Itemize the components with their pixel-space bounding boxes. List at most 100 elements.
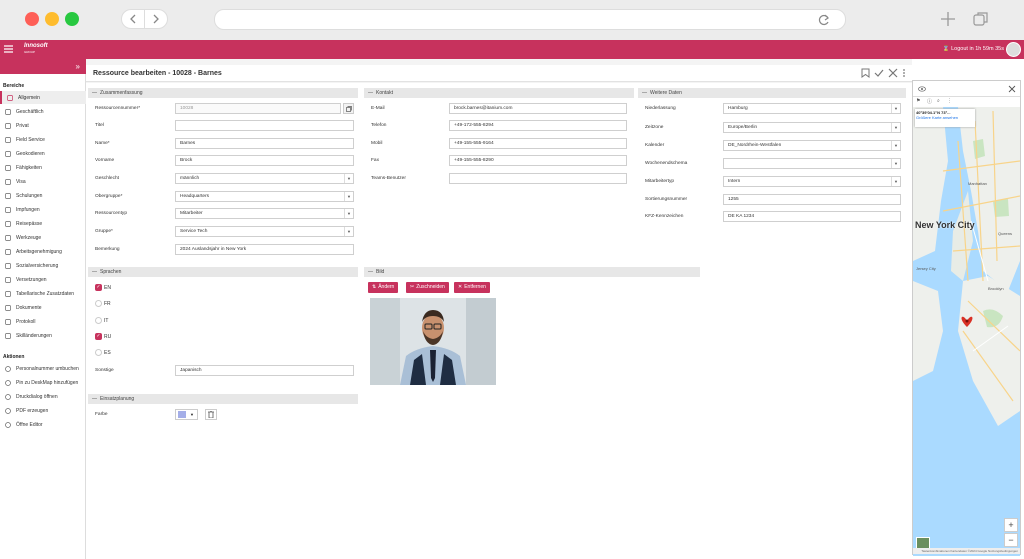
zoom-out-button[interactable]: − bbox=[1004, 533, 1018, 547]
close-icon[interactable] bbox=[888, 68, 898, 78]
input-mobil[interactable]: +49-155-555-9164 bbox=[449, 138, 627, 149]
tools-icon bbox=[4, 136, 11, 143]
person-icon bbox=[6, 94, 13, 101]
field-label: Niederlassung bbox=[645, 106, 676, 111]
input-e-mail[interactable]: brock.barnes@itanium.com bbox=[449, 103, 627, 114]
sidebar-item-arbeitsgenehmigung[interactable]: Arbeitsgenehmigung bbox=[0, 245, 86, 258]
sidebar-item-dokumente[interactable]: Dokumente bbox=[0, 301, 86, 314]
input-teams-benutzer[interactable] bbox=[449, 173, 627, 184]
sidebar-item-werkzeuge[interactable]: Werkzeuge bbox=[0, 231, 86, 244]
select-obergruppe[interactable]: Headquarters ▼ bbox=[175, 191, 354, 202]
url-bar[interactable] bbox=[214, 9, 846, 30]
sidebar-item-privat[interactable]: Privat bbox=[0, 119, 86, 132]
logo: Innosoft GROUP bbox=[24, 43, 48, 54]
checkbox-lang-ru[interactable]: ✓ bbox=[95, 333, 102, 340]
sidebar-item-geokodieren[interactable]: Geokodieren bbox=[0, 147, 86, 160]
search-icon[interactable]: ⌕ bbox=[937, 98, 940, 104]
input-vorname[interactable]: Brock bbox=[175, 155, 354, 166]
input-kfz-kennzeichen[interactable]: DE KA 1234 bbox=[723, 211, 901, 222]
checkbox-lang-it[interactable] bbox=[95, 317, 102, 324]
sidebar-item-reisepaesse[interactable]: Reisepässe bbox=[0, 217, 86, 230]
info-icon[interactable]: ⓘ bbox=[927, 98, 932, 105]
input-telefon[interactable]: +49-172-555-8294 bbox=[449, 120, 627, 131]
aendern-button[interactable]: ⇅ Ändern bbox=[368, 282, 399, 293]
larger-map-link[interactable]: Größere Karte ansehen bbox=[916, 115, 974, 120]
sidebar-action-pdf-erzeugen[interactable]: PDF erzeugen bbox=[0, 404, 86, 417]
logout-timer[interactable]: ⌛ Logout in 1h 59m 35s bbox=[943, 46, 1004, 52]
sidebar-item-allgemein[interactable]: Allgemein bbox=[0, 91, 86, 104]
list-icon bbox=[4, 164, 11, 171]
contact-panel-header[interactable]: — Kontakt bbox=[364, 88, 634, 98]
sidebar-action-druckdialog-oeffnen[interactable]: Druckdialog öffnen bbox=[0, 390, 86, 403]
input-other-languages[interactable]: Japanisch bbox=[175, 365, 354, 376]
sidebar-item-sozialversicherung[interactable]: Sozialversicherung bbox=[0, 259, 86, 272]
new-tab-icon[interactable] bbox=[940, 11, 956, 27]
map-panel[interactable]: ⚑ ⓘ ⌕ ⋮ 40°39'04.1"N 73°... Größere Kart… bbox=[912, 80, 1021, 556]
input-bemerkung[interactable]: 2024 Auslandsjahr in New York bbox=[175, 244, 354, 255]
menu-icon[interactable] bbox=[4, 44, 14, 54]
map-canvas[interactable] bbox=[913, 81, 1020, 556]
sidebar-item-protokoll[interactable]: Protokoll bbox=[0, 315, 86, 328]
copy-button[interactable] bbox=[343, 103, 354, 114]
close-map-icon[interactable] bbox=[1008, 85, 1016, 93]
input-fax[interactable]: +49-155-555-8290 bbox=[449, 155, 627, 166]
avatar[interactable] bbox=[1006, 42, 1021, 57]
sidebar-item-skillaenderungen[interactable]: Skilländerungen bbox=[0, 329, 86, 342]
languages-panel-header[interactable]: — Sprachen bbox=[88, 267, 358, 277]
sidebar-action-oeffne-editor[interactable]: Öffne Editor bbox=[0, 418, 86, 431]
field-mitarbeitertyp: Mitarbeitertyp Intern ▼ bbox=[638, 176, 906, 187]
select-wochenendschema[interactable]: ▼ bbox=[723, 158, 901, 169]
image-panel-header[interactable]: — Bild bbox=[364, 267, 700, 277]
checkbox-lang-en[interactable]: ✓ bbox=[95, 284, 102, 291]
input-name[interactable]: Barnes bbox=[175, 138, 354, 149]
more-vert-icon[interactable] bbox=[902, 68, 906, 78]
transfer-icon bbox=[4, 276, 11, 283]
summary-panel-header[interactable]: — Zusammenfassung bbox=[88, 88, 358, 98]
more-data-panel-header[interactable]: — Weitere Daten bbox=[638, 88, 906, 98]
sidebar-item-field-service[interactable]: Field Service bbox=[0, 133, 86, 146]
eye-icon[interactable] bbox=[918, 85, 926, 93]
back-button[interactable] bbox=[122, 10, 144, 28]
select-ressourcentyp[interactable]: Mitarbeiter ▼ bbox=[175, 208, 354, 219]
zuschneiden-button[interactable]: ✂ Zuschneiden bbox=[406, 282, 449, 293]
check-icon[interactable] bbox=[874, 68, 884, 78]
sidebar-item-faehigkeiten[interactable]: Fähigkeiten bbox=[0, 161, 86, 174]
scheduling-panel-header[interactable]: — Einsatzplanung bbox=[88, 394, 358, 404]
sidebar-item-geschaeftlich[interactable]: Geschäftlich bbox=[0, 105, 86, 118]
map-pin-tool-icon[interactable]: ⚑ bbox=[916, 98, 920, 104]
sidebar-item-tabellarische-zusatzdaten[interactable]: Tabellarische Zusatzdaten bbox=[0, 287, 86, 300]
close-window-button[interactable] bbox=[25, 12, 39, 26]
collapse-sidebar-button[interactable]: » bbox=[0, 59, 86, 74]
field-gruppe: Gruppe* Service Tech ▼ bbox=[88, 226, 358, 237]
select-kalender[interactable]: DE_Nordrhein-Westfalen ▼ bbox=[723, 140, 901, 151]
input-sortierungsnummer[interactable]: 1255 bbox=[723, 194, 901, 205]
reload-icon[interactable] bbox=[817, 13, 831, 27]
sidebar-item-visa[interactable]: Visa bbox=[0, 175, 86, 188]
sidebar-item-schulungen[interactable]: Schulungen bbox=[0, 189, 86, 202]
select-zeitzone[interactable]: Europe/Berlin ▼ bbox=[723, 122, 901, 133]
input-titel[interactable] bbox=[175, 120, 354, 131]
select-mitarbeitertyp[interactable]: Intern ▼ bbox=[723, 176, 901, 187]
sidebar-item-versetzungen[interactable]: Versetzungen bbox=[0, 273, 86, 286]
sidebar-action-pin-zu-deskmap-hinzufuegen[interactable]: Pin zu DeskMap hinzufügen bbox=[0, 376, 86, 389]
minimize-window-button[interactable] bbox=[45, 12, 59, 26]
entfernen-button[interactable]: ✕ Entfernen bbox=[454, 282, 490, 293]
sidebar-item-label: Geschäftlich bbox=[16, 108, 44, 115]
color-picker[interactable]: ▼ bbox=[175, 409, 198, 420]
zoom-in-button[interactable]: + bbox=[1004, 518, 1018, 532]
maximize-window-button[interactable] bbox=[65, 12, 79, 26]
checkbox-lang-fr[interactable] bbox=[95, 300, 102, 307]
bookmark-icon[interactable] bbox=[861, 68, 870, 78]
forward-button[interactable] bbox=[144, 10, 167, 28]
sidebar-item-impfungen[interactable]: Impfungen bbox=[0, 203, 86, 216]
select-gruppe[interactable]: Service Tech ▼ bbox=[175, 226, 354, 237]
checkbox-lang-es[interactable] bbox=[95, 349, 102, 356]
select-geschlecht[interactable]: männlich ▼ bbox=[175, 173, 354, 184]
collapse-icon: — bbox=[642, 90, 647, 96]
tabs-overview-icon[interactable] bbox=[973, 11, 989, 27]
select-niederlassung[interactable]: Hamburg ▼ bbox=[723, 103, 901, 114]
more-icon[interactable]: ⋮ bbox=[947, 98, 952, 104]
wrench-icon bbox=[4, 234, 11, 241]
sidebar-action-personalnummer-umbuchen[interactable]: Personalnummer umbuchen bbox=[0, 362, 86, 375]
delete-color-button[interactable] bbox=[205, 409, 217, 420]
